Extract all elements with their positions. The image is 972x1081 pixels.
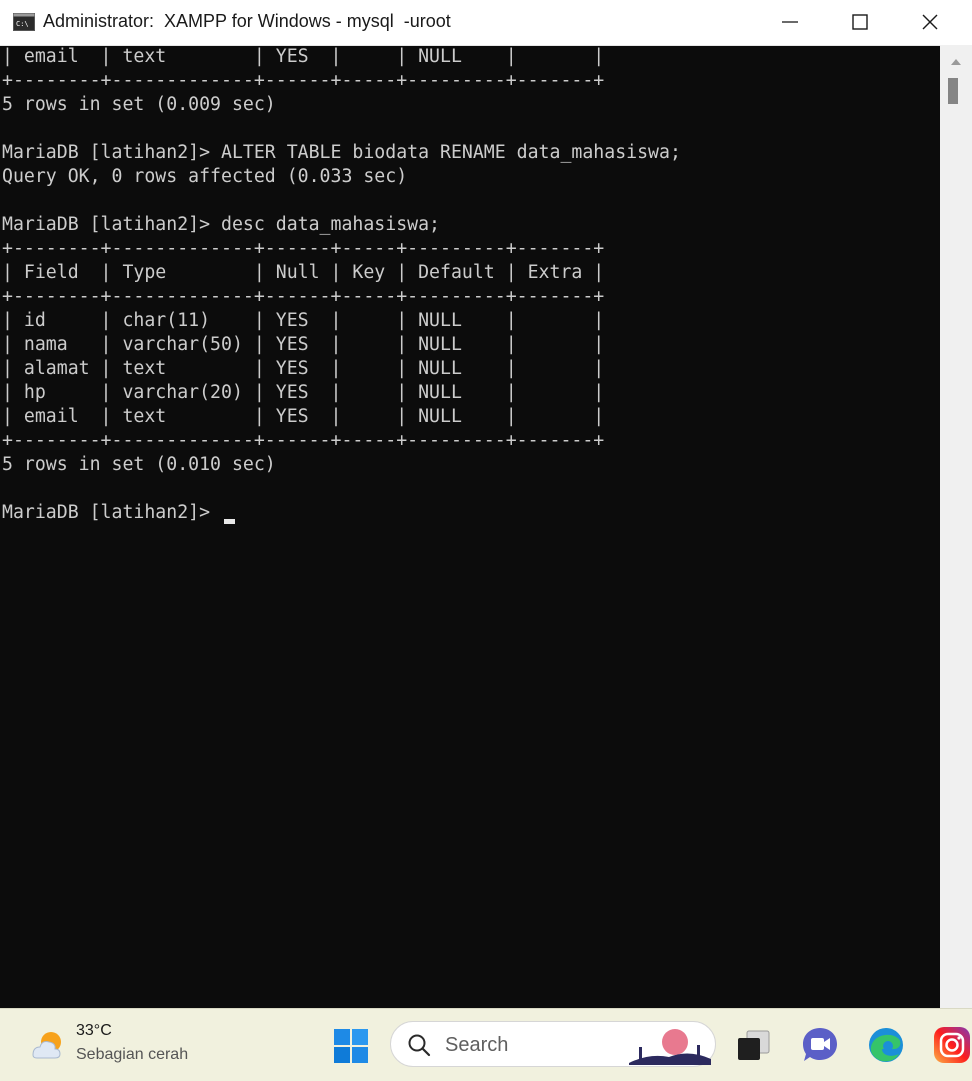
console-line: | id | char(11) | YES | | NULL | | [2,310,605,331]
console-app-icon: C:\ [13,13,35,31]
console-line: +--------+-------------+------+-----+---… [2,286,605,307]
close-button[interactable] [895,0,965,45]
scroll-up-arrow-icon[interactable] [950,51,962,70]
taskbar-search-box[interactable]: Search [390,1021,716,1067]
console-line: | alamat | text | YES | | NULL | | [2,358,605,379]
console-line: Query OK, 0 rows affected (0.033 sec) [2,166,408,187]
console-line: MariaDB [latihan2]> ALTER TABLE biodata … [2,142,681,163]
console-line: | Field | Type | Null | Key | Default | … [2,262,605,283]
vertical-scrollbar[interactable] [940,45,972,1008]
window-title: Administrator: XAMPP for Windows - mysql… [43,11,451,31]
text-cursor [224,519,235,524]
search-icon [407,1033,431,1061]
console-line: | email | text | YES | | NULL | | [2,46,605,67]
console-line: +--------+-------------+------+-----+---… [2,430,605,451]
terminal-window: C:\ Administrator: XAMPP for Windows - m… [0,0,972,1008]
console-output[interactable]: | email | text | YES | | NULL | | +-----… [2,45,938,1005]
console-line: | nama | varchar(50) | YES | | NULL | | [2,334,605,355]
windows-start-icon[interactable] [333,1028,369,1064]
taskbar: 33°C Sebagian cerah Search [0,1008,972,1081]
svg-text:C:\: C:\ [16,20,29,28]
edge-browser-icon[interactable] [866,1025,906,1065]
console-line: | email | text | YES | | NULL | | [2,406,605,427]
weather-condition[interactable]: Sebagian cerah [76,1046,188,1064]
search-highlight-art-icon [629,1025,711,1065]
console-line: +--------+-------------+------+-----+---… [2,238,605,259]
weather-partly-sunny-icon[interactable] [27,1025,67,1065]
console-line: MariaDB [latihan2]> desc data_mahasiswa; [2,214,440,235]
console-line: 5 rows in set (0.009 sec) [2,94,276,115]
teams-chat-icon[interactable] [800,1025,840,1065]
title-bar[interactable]: C:\ Administrator: XAMPP for Windows - m… [0,0,972,46]
instagram-icon[interactable] [932,1025,972,1065]
task-view-icon[interactable] [735,1025,775,1065]
console-line: | hp | varchar(20) | YES | | NULL | | [2,382,605,403]
console-line: 5 rows in set (0.010 sec) [2,454,276,475]
weather-temperature[interactable]: 33°C [76,1022,112,1040]
minimize-button[interactable] [755,0,825,45]
scrollbar-thumb[interactable] [948,78,958,104]
console-line: +--------+-------------+------+-----+---… [2,70,605,91]
search-placeholder: Search [445,1034,509,1056]
console-prompt-line: MariaDB [latihan2]> [2,502,221,523]
maximize-button[interactable] [825,0,895,45]
